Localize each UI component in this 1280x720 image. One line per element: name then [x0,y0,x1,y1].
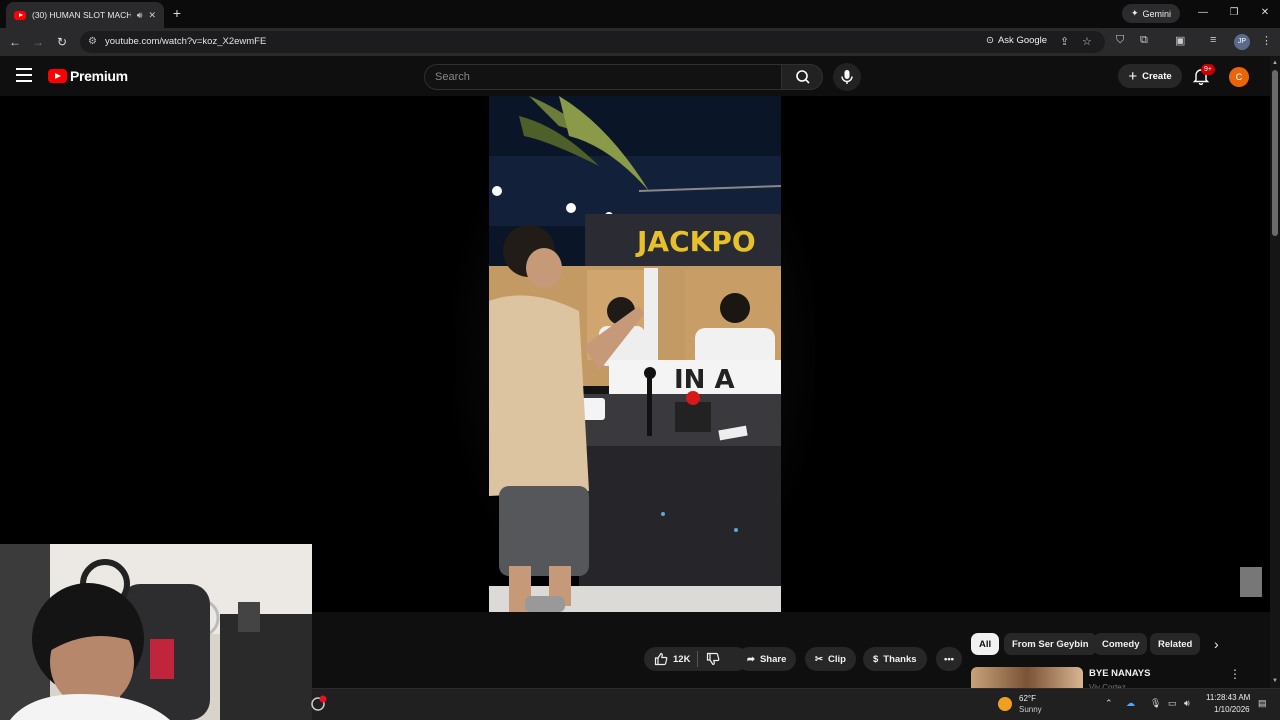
browser-tab-strip: (30) HUMAN SLOT MACHIN 🔊︎ ✕ + ✦ Gemini —… [0,0,1280,28]
browser-toolbar: ← → ↻ ⚙ youtube.com/watch?v=koz_X2ewmFE … [0,28,1280,56]
network-icon[interactable]: ▭ [1168,698,1177,709]
like-dislike-group: 12K [644,647,748,671]
thanks-button[interactable]: $ Thanks [863,647,927,671]
scroll-up-arrow-icon[interactable]: ▲ [1271,60,1279,66]
chip-comedy[interactable]: Comedy [1094,633,1148,655]
chip-from-channel[interactable]: From Ser Geybin [1004,633,1097,655]
restore-button[interactable]: ❐ [1220,4,1248,22]
search-input[interactable] [425,65,781,89]
like-count[interactable]: 12K [673,654,690,665]
recommendation-title[interactable]: BYE NANAYS [1089,668,1150,679]
scrollbar-thumb[interactable] [1272,70,1278,236]
more-horizontal-icon: ••• [944,653,954,665]
taskbar-app-icon[interactable] [310,694,328,712]
logo-text: Premium [70,68,128,84]
search-button[interactable] [781,64,823,90]
browser-tab-active[interactable]: (30) HUMAN SLOT MACHIN 🔊︎ ✕ [6,2,164,28]
new-tab-button[interactable]: + [168,4,186,22]
video-scene: JACKPO IN A [489,96,781,612]
site-info-icon[interactable]: ⚙ [88,36,97,47]
recommendation-thumbnail[interactable] [971,667,1083,688]
sun-weather-icon[interactable] [998,697,1012,711]
audio-playing-icon[interactable]: 🔊︎ [137,10,143,21]
super-thanks-icon: $ [873,653,879,665]
reload-icon[interactable]: ↻ [53,33,71,51]
thumbs-down-icon[interactable] [706,652,720,666]
create-label: Create [1142,70,1172,82]
google-lens-icon: ⊙ [986,35,994,46]
weather-temperature[interactable]: 62°F [1019,694,1036,703]
close-window-button[interactable]: ✕ [1251,4,1279,22]
volume-icon[interactable]: 🔊︎ [1184,698,1190,709]
url-text[interactable]: youtube.com/watch?v=koz_X2ewmFE [105,36,266,47]
more-actions-button[interactable]: ••• [936,647,962,671]
weather-description[interactable]: Sunny [1019,705,1042,714]
chip-all[interactable]: All [971,633,1000,655]
clip-label: Clip [827,653,846,665]
extensions-puzzle-icon[interactable]: ⧉ [1140,34,1148,47]
gemini-button[interactable]: ✦ Gemini [1122,4,1181,23]
tab-close-icon[interactable]: ✕ [148,10,156,21]
webcam-scene [0,544,312,720]
like-divider [697,651,698,667]
share-label: Share [759,653,787,665]
scroll-down-arrow-icon[interactable]: ▼ [1271,678,1279,684]
ask-google-button[interactable]: ⊙ Ask Google [986,35,1047,46]
tray-overflow-chevron-icon[interactable]: ⌃ [1105,698,1113,709]
back-arrow-icon[interactable]: ← [6,33,24,51]
recommendation-menu-icon[interactable]: ⋮ [1229,667,1241,681]
gemini-label: Gemini [1142,8,1172,19]
address-bar[interactable]: ⚙ youtube.com/watch?v=koz_X2ewmFE ⊙ Ask … [80,31,1105,53]
hamburger-menu-icon[interactable] [16,68,32,82]
gemini-sparkle-icon: ✦ [1131,8,1139,18]
forward-arrow-icon[interactable]: → [29,33,47,51]
ask-google-label: Ask Google [997,35,1048,46]
panel-sign-text: IN A [674,365,735,395]
notification-count-badge: 9+ [1201,64,1215,75]
install-app-icon[interactable]: ⇪ [1060,35,1069,48]
video-frame[interactable]: JACKPO IN A [489,96,781,612]
browser-menu-icon[interactable]: ⋮ [1261,34,1272,47]
jackpot-sign-text: JACKPO [635,225,756,258]
reading-list-icon[interactable]: ≡ [1210,34,1216,46]
create-button[interactable]: + Create [1118,64,1182,88]
webcam-overlay [0,544,312,720]
share-button[interactable]: ➦ Share [737,647,797,671]
youtube-header: Premium + Create 9+ C [0,56,1280,96]
chip-next-chevron-icon[interactable]: › [1214,636,1219,652]
youtube-premium-logo[interactable]: Premium [48,68,128,84]
split-view-icon[interactable]: ▣ [1175,34,1185,47]
thumbs-up-icon[interactable] [654,652,668,666]
microphone-icon [841,70,853,84]
tab-title: (30) HUMAN SLOT MACHIN [32,10,131,20]
account-avatar[interactable]: C [1229,67,1249,87]
clip-button[interactable]: ✂ Clip [805,647,856,671]
search-icon [796,70,810,84]
voice-search-button[interactable] [833,63,861,91]
plus-icon: + [1128,67,1138,85]
browser-profile-avatar[interactable]: JP [1234,34,1250,50]
share-arrow-icon: ➦ [747,653,755,665]
mini-thumbnail[interactable] [1240,567,1262,597]
thanks-label: Thanks [883,653,917,665]
scissors-icon: ✂ [815,653,823,665]
taskbar-clock-date[interactable]: 1/10/2026 [1214,705,1250,714]
notification-center-icon[interactable]: ▤ [1258,698,1267,709]
youtube-logo-icon [48,69,67,83]
taskbar-clock-time[interactable]: 11:28:43 AM [1206,693,1250,702]
search-box [424,64,782,90]
microphone-tray-icon[interactable]: 🎙︎ [1150,698,1161,709]
minimize-button[interactable]: — [1189,4,1217,22]
youtube-favicon-icon [14,10,26,20]
cloud-sync-icon[interactable]: ☁ [1126,698,1135,709]
shield-extension-icon[interactable]: ⛉ [1116,34,1124,47]
chip-related[interactable]: Related [1150,633,1201,655]
bookmark-star-icon[interactable]: ☆ [1082,35,1092,48]
